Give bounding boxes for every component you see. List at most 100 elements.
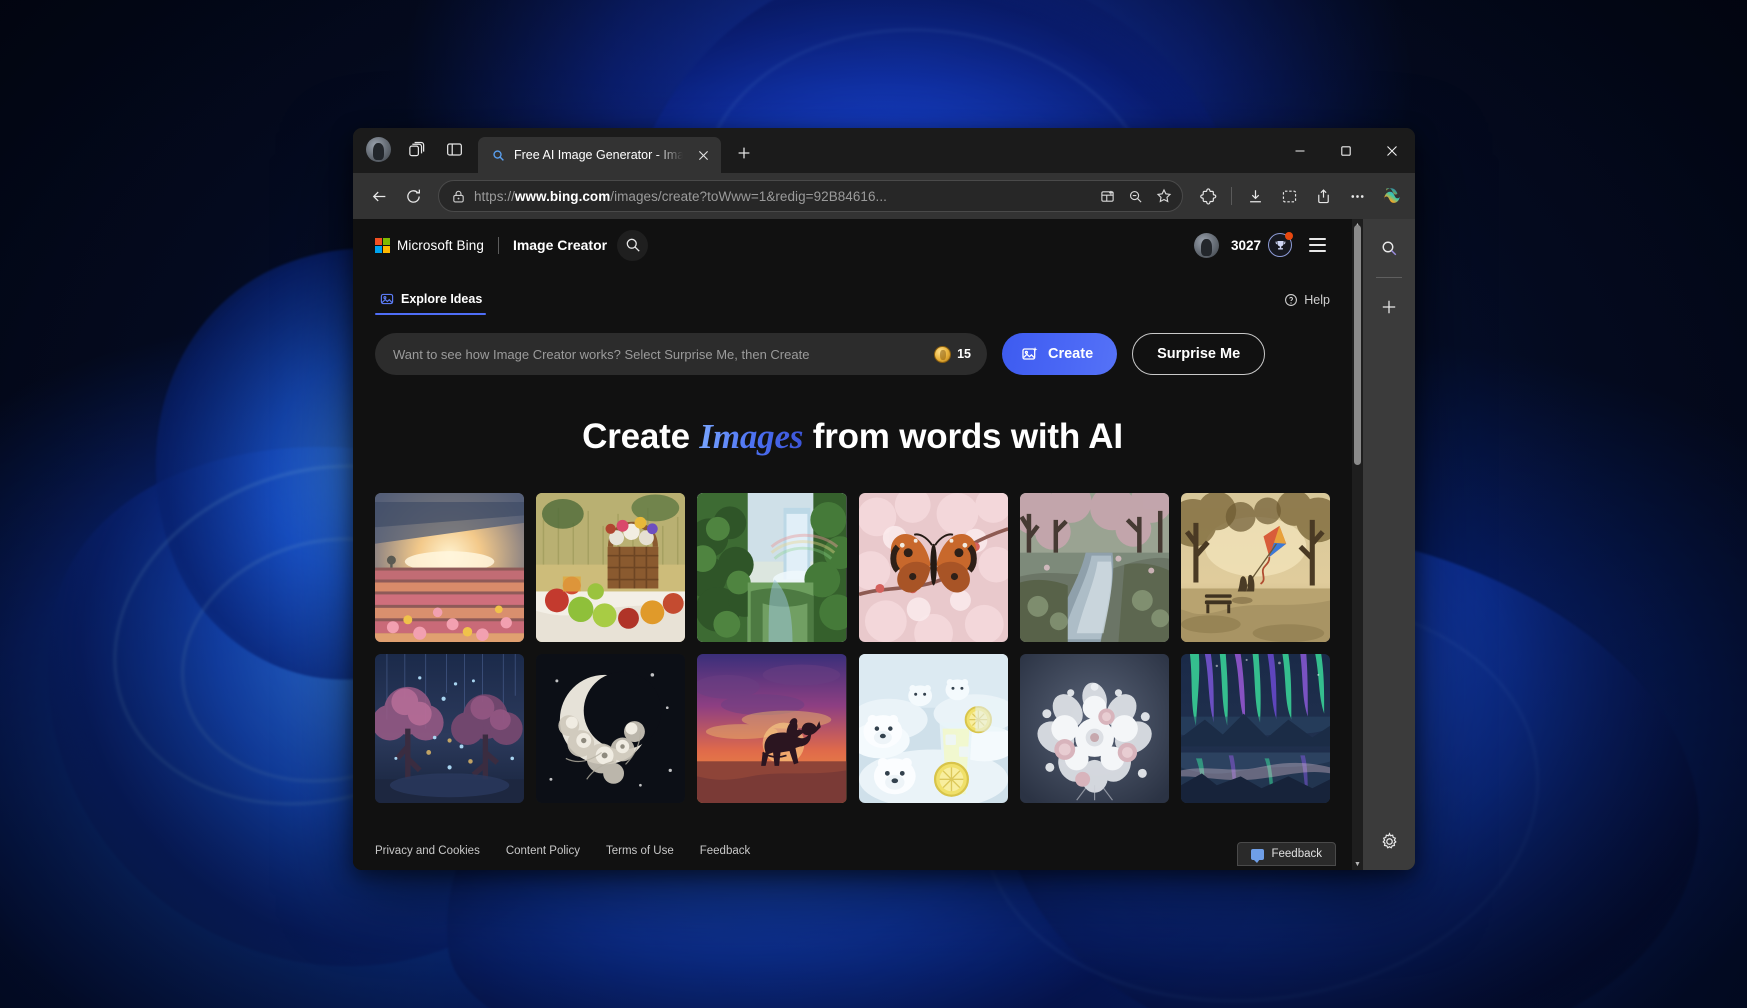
boost-count: 15 bbox=[957, 347, 971, 361]
prompt-input-container[interactable]: Want to see how Image Creator works? Sel… bbox=[375, 333, 987, 375]
close-window-button[interactable] bbox=[1369, 128, 1415, 173]
back-button[interactable] bbox=[363, 180, 395, 212]
page-content: Explore Ideas Help Want to see how Image… bbox=[353, 271, 1352, 870]
minimize-button[interactable] bbox=[1277, 128, 1323, 173]
page-scrollbar[interactable]: ▲ ▼ bbox=[1352, 219, 1363, 870]
microsoft-bing-logo[interactable]: Microsoft Bing bbox=[375, 237, 484, 253]
headline-before: Create bbox=[582, 417, 700, 456]
search-icon bbox=[490, 147, 506, 163]
gallery-item-tulip-field-sunrise[interactable] bbox=[375, 493, 525, 643]
extensions-button[interactable] bbox=[1192, 180, 1224, 212]
gallery-item-polar-bears-lemonade[interactable] bbox=[858, 654, 1008, 804]
maximize-button[interactable] bbox=[1323, 128, 1369, 173]
site-permissions-lock-icon[interactable] bbox=[451, 189, 466, 204]
url-domain: www.bing.com bbox=[514, 188, 611, 204]
boost-counter: 15 bbox=[934, 345, 971, 363]
footer-link-terms[interactable]: Terms of Use bbox=[606, 845, 674, 857]
rewards-notification-dot bbox=[1285, 232, 1293, 240]
tab-actions-button[interactable] bbox=[399, 134, 433, 166]
feedback-button-label: Feedback bbox=[1271, 848, 1322, 860]
navigation-toolbar: https://www.bing.com/images/create?toWww… bbox=[353, 173, 1415, 219]
gallery-item-crescent-moon-florals[interactable] bbox=[536, 654, 686, 804]
refresh-button[interactable] bbox=[397, 180, 429, 212]
create-image-sparkle-icon bbox=[1021, 345, 1039, 363]
gallery-item-cherry-blossom-river-path[interactable] bbox=[1019, 493, 1169, 643]
discover-search-button[interactable] bbox=[1372, 231, 1406, 265]
split-screen-icon bbox=[445, 140, 464, 159]
url-text: https://www.bing.com/images/create?toWww… bbox=[474, 189, 1086, 204]
feedback-button[interactable]: Feedback bbox=[1237, 842, 1336, 866]
surprise-me-label: Surprise Me bbox=[1157, 346, 1241, 362]
discover-search-icon bbox=[1380, 239, 1399, 258]
web-capture-icon bbox=[1281, 188, 1298, 205]
surprise-me-button[interactable]: Surprise Me bbox=[1132, 333, 1266, 375]
create-button[interactable]: Create bbox=[1002, 333, 1118, 375]
tab-label: Explore Ideas bbox=[401, 291, 483, 306]
gallery-item-kite-flying-autumn-park[interactable] bbox=[1180, 493, 1330, 643]
close-icon[interactable] bbox=[691, 143, 715, 167]
prompt-row: Want to see how Image Creator works? Sel… bbox=[353, 333, 1352, 375]
back-arrow-icon bbox=[371, 188, 388, 205]
plus-icon bbox=[737, 146, 751, 160]
rewards-points: 3027 bbox=[1230, 237, 1261, 253]
tab-explore-ideas[interactable]: Explore Ideas bbox=[375, 285, 487, 315]
scrollbar-thumb[interactable] bbox=[1354, 225, 1361, 465]
idea-gallery bbox=[353, 493, 1352, 832]
bing-image-creator-page: Microsoft Bing Image Creator 3027 Explor… bbox=[353, 219, 1352, 870]
prompt-input[interactable]: Want to see how Image Creator works? Sel… bbox=[393, 347, 934, 362]
new-tab-button[interactable] bbox=[730, 139, 758, 167]
add-split-screen-icon[interactable] bbox=[1094, 183, 1121, 210]
create-button-label: Create bbox=[1048, 346, 1094, 362]
more-options-icon bbox=[1349, 188, 1366, 205]
downloads-button[interactable] bbox=[1239, 180, 1271, 212]
hamburger-menu-icon[interactable] bbox=[1304, 232, 1330, 258]
footer-link-content-policy[interactable]: Content Policy bbox=[506, 845, 580, 857]
scroll-down-arrow[interactable]: ▼ bbox=[1352, 858, 1363, 870]
gallery-item-aurora-borealis-lake[interactable] bbox=[1180, 654, 1330, 804]
help-link[interactable]: Help bbox=[1284, 293, 1330, 307]
account-avatar[interactable] bbox=[1193, 232, 1219, 258]
url-path: /images/create?toWww=1&redig=92B84616... bbox=[610, 188, 887, 204]
browser-viewport: Microsoft Bing Image Creator 3027 Explor… bbox=[353, 219, 1415, 870]
zoom-out-icon[interactable] bbox=[1122, 183, 1149, 210]
footer-link-privacy[interactable]: Privacy and Cookies bbox=[375, 845, 480, 857]
sidebar-divider bbox=[1376, 277, 1402, 278]
page-headline: Create Images from words with AI bbox=[353, 417, 1352, 457]
headline-emphasis: Images bbox=[699, 417, 804, 456]
tab-title: Free AI Image Generator - Image bbox=[514, 148, 683, 162]
gallery-item-jungle-waterfall-rainbow[interactable] bbox=[697, 493, 847, 643]
star-icon[interactable] bbox=[1150, 183, 1177, 210]
web-capture-button[interactable] bbox=[1273, 180, 1305, 212]
address-bar[interactable]: https://www.bing.com/images/create?toWww… bbox=[438, 180, 1183, 212]
microsoft-logo-icon bbox=[375, 237, 390, 253]
boost-coin-icon bbox=[934, 345, 952, 363]
edge-sidebar bbox=[1363, 219, 1415, 870]
gallery-item-butterfly-on-blossoms[interactable] bbox=[858, 493, 1008, 643]
gallery-item-horse-rider-sunset[interactable] bbox=[697, 654, 847, 804]
tab-actions-icon bbox=[407, 140, 426, 159]
copilot-button[interactable] bbox=[1375, 180, 1407, 212]
image-ideas-icon bbox=[379, 291, 394, 306]
page-tabs: Explore Ideas Help bbox=[353, 285, 1352, 315]
search-icon bbox=[625, 237, 641, 253]
refresh-icon bbox=[405, 188, 422, 205]
split-screen-button[interactable] bbox=[437, 134, 471, 166]
browser-tab[interactable]: Free AI Image Generator - Image bbox=[478, 137, 721, 173]
share-button[interactable] bbox=[1307, 180, 1339, 212]
more-options-button[interactable] bbox=[1341, 180, 1373, 212]
gallery-item-white-floral-bouquet[interactable] bbox=[1019, 654, 1169, 804]
rewards-widget[interactable]: 3027 bbox=[1230, 232, 1293, 257]
gallery-item-picnic-basket-flowers-fruit[interactable] bbox=[536, 493, 686, 643]
help-circle-icon bbox=[1284, 293, 1298, 307]
header-search-button[interactable] bbox=[617, 229, 649, 261]
footer-link-feedback[interactable]: Feedback bbox=[700, 845, 751, 857]
rewards-trophy-icon bbox=[1268, 232, 1293, 257]
gallery-item-fantasy-glowing-forest[interactable] bbox=[375, 654, 525, 804]
downloads-icon bbox=[1247, 188, 1264, 205]
profile-button[interactable] bbox=[361, 134, 395, 166]
tab-strip: Free AI Image Generator - Image bbox=[353, 128, 1415, 173]
profile-avatar-icon bbox=[365, 137, 391, 162]
add-site-button[interactable] bbox=[1372, 290, 1406, 324]
toolbar-divider bbox=[1231, 187, 1232, 205]
sidebar-settings-button[interactable] bbox=[1372, 824, 1406, 858]
